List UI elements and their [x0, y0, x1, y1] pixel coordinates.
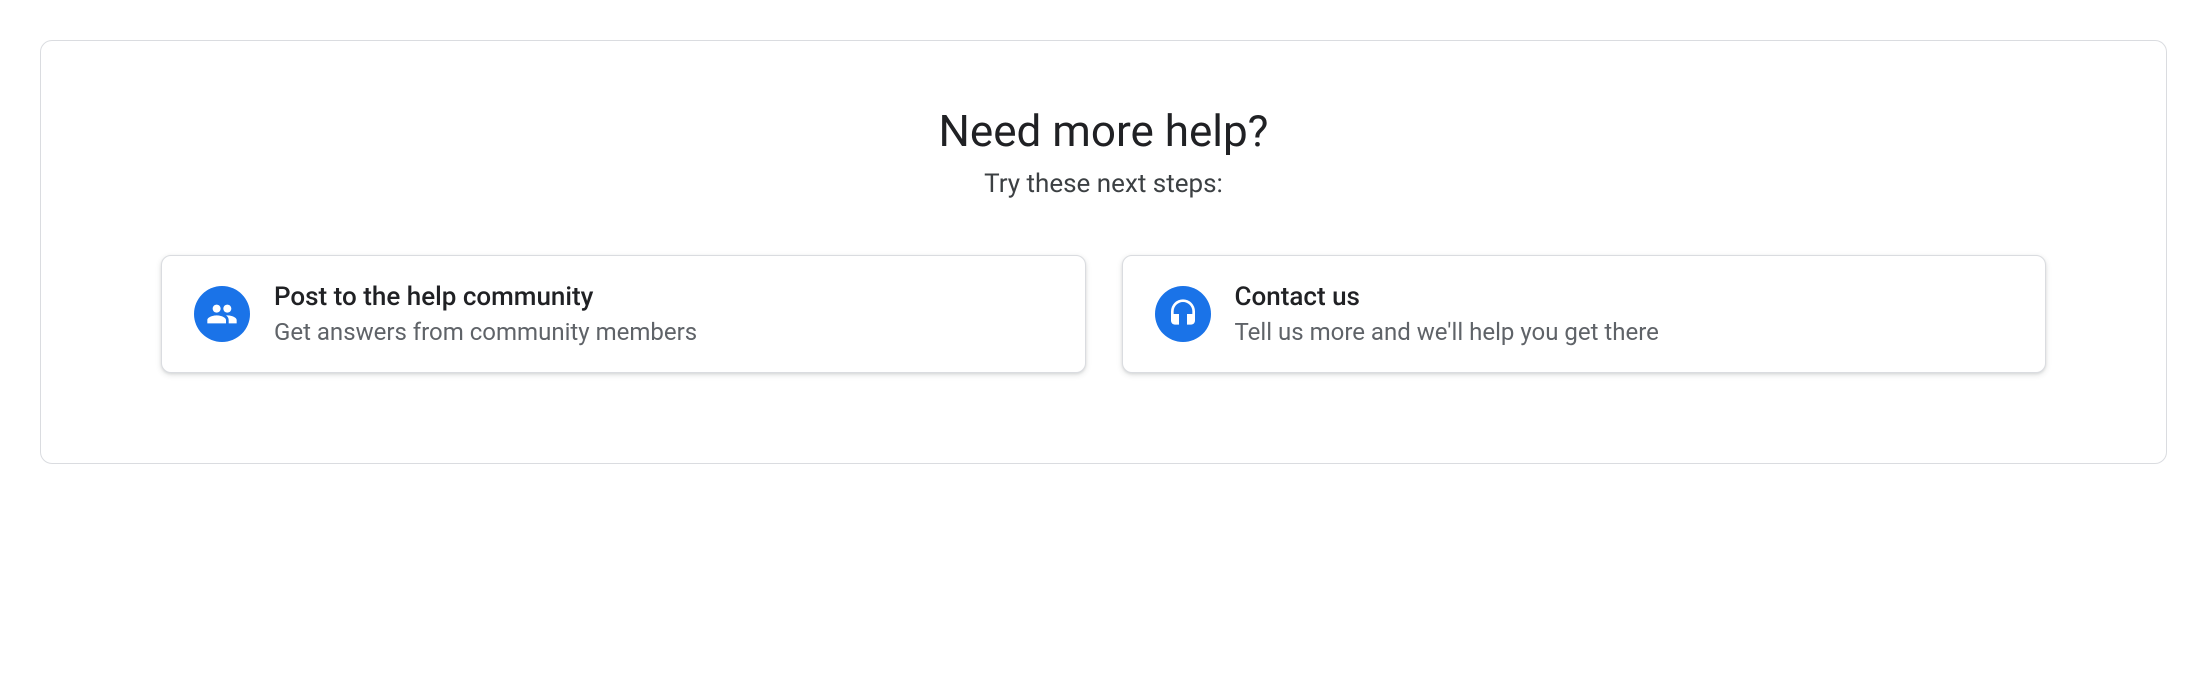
card-title: Post to the help community: [274, 282, 697, 312]
heading: Need more help?: [161, 105, 2046, 157]
headset-icon: [1155, 286, 1211, 342]
card-description: Tell us more and we'll help you get ther…: [1235, 318, 1659, 346]
contact-us-card[interactable]: Contact us Tell us more and we'll help y…: [1122, 255, 2047, 373]
card-text: Post to the help community Get answers f…: [274, 282, 697, 346]
card-description: Get answers from community members: [274, 318, 697, 346]
post-community-card[interactable]: Post to the help community Get answers f…: [161, 255, 1086, 373]
subheading: Try these next steps:: [161, 169, 2046, 199]
card-text: Contact us Tell us more and we'll help y…: [1235, 282, 1659, 346]
community-icon: [194, 286, 250, 342]
card-row: Post to the help community Get answers f…: [161, 255, 2046, 373]
help-panel: Need more help? Try these next steps: Po…: [40, 40, 2167, 464]
card-title: Contact us: [1235, 282, 1659, 312]
